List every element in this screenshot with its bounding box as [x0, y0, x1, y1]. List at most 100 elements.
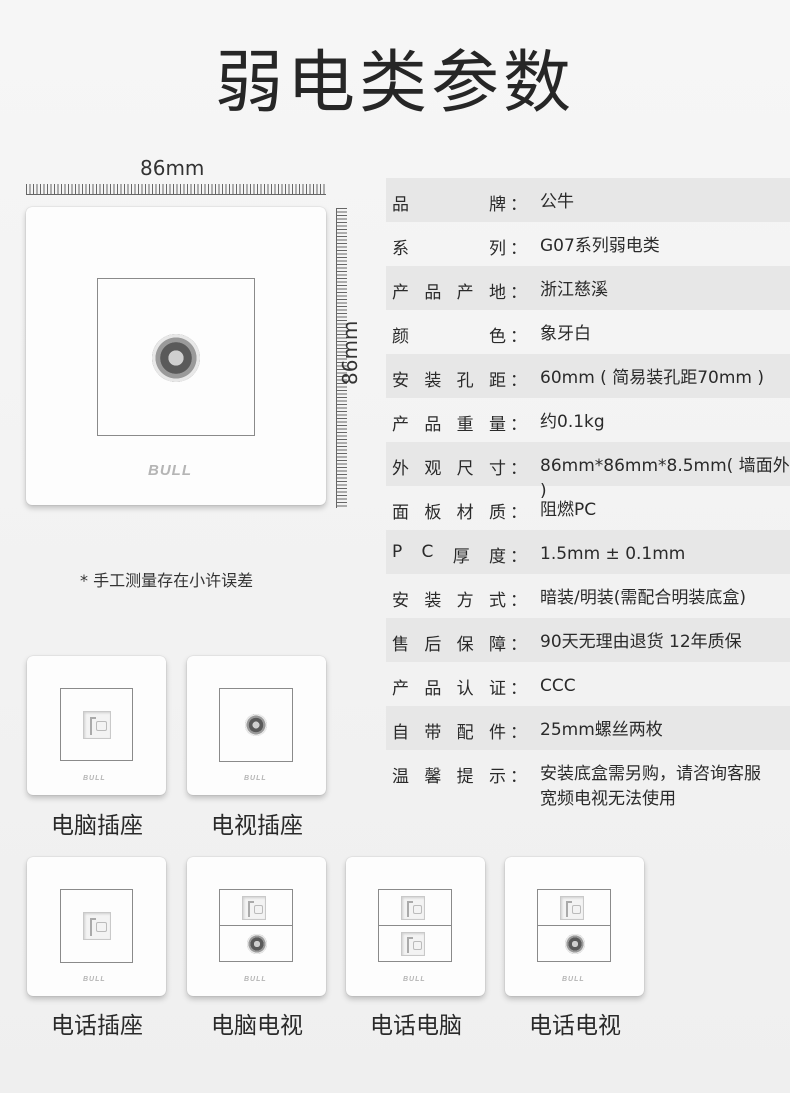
spec-row: 产品产地 ： 浙江慈溪 [386, 266, 790, 310]
phone-jack-icon [560, 896, 584, 920]
spec-value: 约0.1kg [540, 412, 605, 432]
spec-value: 90天无理由退货 12年质保 [540, 632, 742, 652]
spec-key: 产品重量 [392, 415, 506, 435]
spec-row: 售后保障 ： 90天无理由退货 12年质保 [386, 618, 790, 662]
spec-colon: ： [510, 635, 527, 655]
spec-value: 阻燃PC [540, 500, 597, 520]
spec-key: 系列 [392, 239, 506, 259]
spec-value: 象牙白 [540, 324, 591, 344]
height-dimension-label: 86mm [338, 320, 362, 386]
socket-frame [60, 688, 133, 761]
spec-row: 品牌 ： 公牛 [386, 178, 790, 222]
spec-row: 系列 ： G07系列弱电类 [386, 222, 790, 266]
product-thumbnail-phone-tv[interactable]: BULL [505, 857, 644, 996]
product-caption: 电脑电视 [211, 1013, 303, 1039]
spec-colon: ： [510, 591, 527, 611]
spec-value-line: 安装底盒需另购，请咨询客服 [540, 764, 761, 784]
spec-colon: ： [510, 459, 527, 479]
spec-colon: ： [510, 239, 527, 259]
spec-value: 25mm螺丝两枚 [540, 720, 663, 740]
spec-row: 面板材质 ： 阻燃PC [386, 486, 790, 530]
socket-frame-top [378, 889, 452, 926]
measurement-note: * 手工测量存在小许误差 [80, 571, 254, 590]
tv-jack-icon [152, 334, 200, 382]
spec-key: 安装方式 [392, 591, 506, 611]
bull-logo: BULL [403, 976, 426, 983]
spec-colon: ： [510, 327, 527, 347]
spec-key: 品牌 [392, 195, 506, 215]
spec-key: 自带配件 [392, 723, 506, 743]
network-jack-icon [242, 896, 266, 920]
bull-logo: BULL [244, 976, 267, 983]
product-thumbnail-computer-tv[interactable]: BULL [187, 857, 326, 996]
spec-value: 安装底盒需另购，请咨询客服 宽频电视无法使用 [540, 762, 790, 812]
network-jack-icon [401, 932, 425, 956]
width-dimension-label: 86mm [140, 156, 205, 180]
spec-row: 安装孔距 ： 60mm ( 简易装孔距70mm ) [386, 354, 790, 398]
spec-table: 品牌 ： 公牛 系列 ： G07系列弱电类 产品产地 ： 浙江慈溪 颜色 ： 象… [386, 178, 790, 810]
spec-colon: ： [510, 371, 527, 391]
product-caption: 电话电视 [529, 1013, 621, 1039]
spec-row: 自带配件 ： 25mm螺丝两枚 [386, 706, 790, 750]
width-ruler [26, 184, 326, 195]
socket-frame [219, 688, 293, 762]
product-caption: 电脑插座 [51, 813, 143, 839]
spec-key: PC厚度 [392, 542, 506, 567]
spec-colon: ： [510, 679, 527, 699]
spec-colon: ： [510, 503, 527, 523]
socket-frame-top [537, 889, 611, 926]
spec-value: CCC [540, 676, 576, 696]
socket-frame-bottom [378, 925, 452, 962]
spec-colon: ： [510, 195, 527, 215]
bull-logo: BULL [562, 976, 585, 983]
product-caption: 电话电脑 [370, 1013, 462, 1039]
spec-key: 面板材质 [392, 503, 506, 523]
spec-row: 外观尺寸 ： 86mm*86mm*8.5mm( 墙面外 ) [386, 442, 790, 501]
phone-jack-icon [401, 896, 425, 920]
spec-key: 产品认证 [392, 679, 506, 699]
socket-frame [97, 278, 255, 436]
spec-row: PC厚度 ： 1.5mm ± 0.1mm [386, 530, 790, 574]
socket-frame [60, 889, 133, 963]
spec-value: 浙江慈溪 [540, 280, 608, 300]
socket-frame-top [219, 889, 293, 926]
tv-jack-icon [247, 934, 267, 954]
spec-key: 温馨提示 [392, 767, 506, 787]
spec-value: 公牛 [540, 192, 574, 212]
bull-logo: BULL [148, 462, 192, 479]
spec-colon: ： [510, 415, 527, 435]
spec-value: 暗装/明装(需配合明装底盒) [540, 588, 746, 608]
spec-key: 安装孔距 [392, 371, 506, 391]
product-caption: 电视插座 [211, 813, 303, 839]
spec-row: 颜色 ： 象牙白 [386, 310, 790, 354]
phone-jack-icon [83, 912, 111, 940]
spec-value: 60mm ( 简易装孔距70mm ) [540, 368, 764, 388]
spec-colon: ： [510, 723, 527, 743]
spec-colon: ： [510, 283, 527, 303]
spec-key: 售后保障 [392, 635, 506, 655]
spec-value-line: 宽频电视无法使用 [540, 789, 676, 809]
spec-key: 产品产地 [392, 283, 506, 303]
socket-frame-bottom [537, 925, 611, 962]
spec-row: 产品重量 ： 约0.1kg [386, 398, 790, 442]
spec-value: G07系列弱电类 [540, 236, 660, 256]
spec-colon: ： [510, 547, 527, 567]
product-thumbnail-computer[interactable]: BULL [27, 656, 166, 795]
bull-logo: BULL [83, 976, 106, 983]
spec-key: 外观尺寸 [392, 459, 506, 479]
socket-frame-bottom [219, 925, 293, 962]
product-caption: 电话插座 [51, 1013, 143, 1039]
bull-logo: BULL [244, 775, 267, 782]
main-tv-socket-panel: BULL [26, 207, 326, 505]
product-thumbnail-phone[interactable]: BULL [27, 857, 166, 996]
product-thumbnail-phone-computer[interactable]: BULL [346, 857, 485, 996]
spec-row: 温馨提示 ： 安装底盒需另购，请咨询客服 宽频电视无法使用 [386, 750, 790, 810]
tv-jack-icon [565, 934, 585, 954]
page-title: 弱电类参数 [214, 44, 575, 123]
spec-row: 安装方式 ： 暗装/明装(需配合明装底盒) [386, 574, 790, 618]
product-thumbnail-tv[interactable]: BULL [187, 656, 326, 795]
spec-value: 1.5mm ± 0.1mm [540, 544, 686, 564]
spec-row: 产品认证 ： CCC [386, 662, 790, 706]
spec-colon: ： [510, 767, 527, 787]
network-jack-icon [83, 711, 111, 739]
